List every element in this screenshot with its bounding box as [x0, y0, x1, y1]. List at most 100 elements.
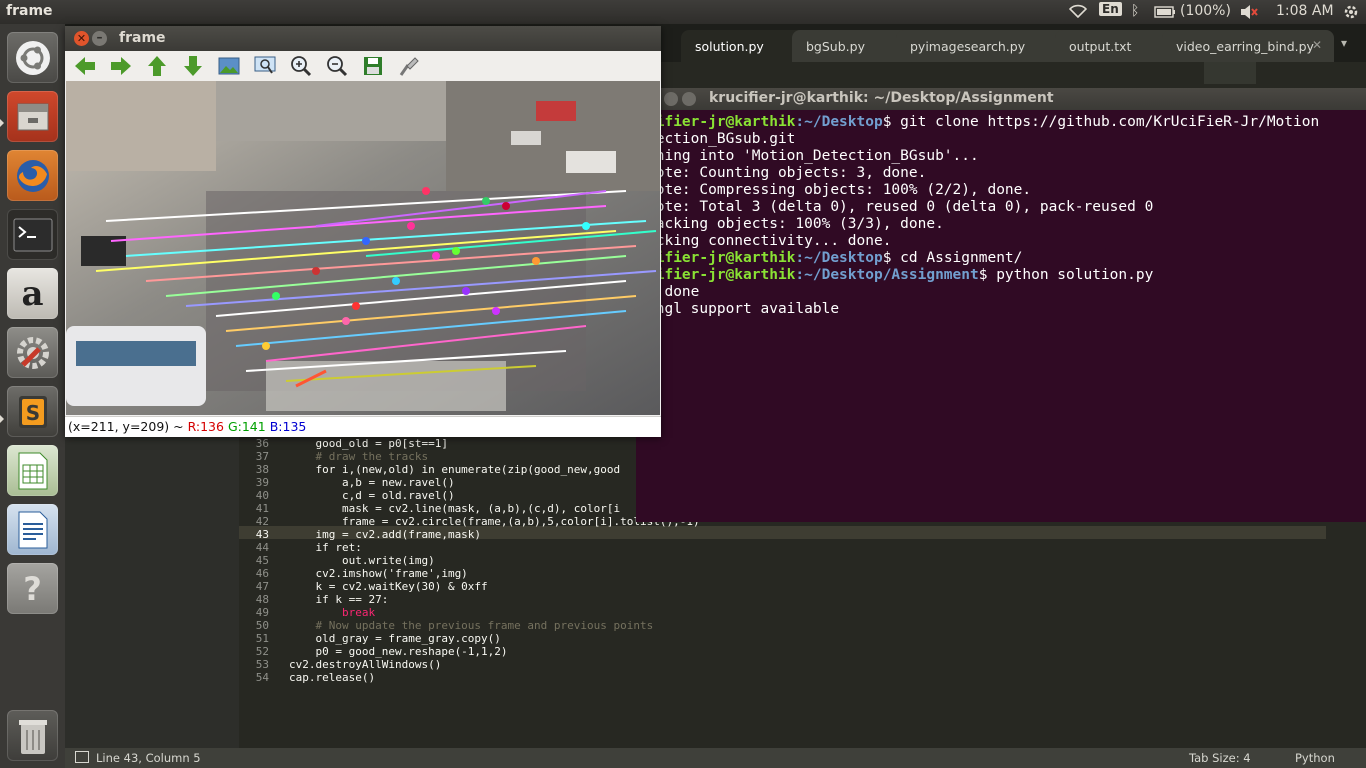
code-line: good_old = p0[st==1]	[289, 437, 448, 450]
close-icon[interactable]: ✕	[1312, 38, 1322, 52]
code-line: for i,(new,old) in enumerate(zip(good_ne…	[289, 463, 621, 476]
close-button[interactable]: ✕	[74, 31, 89, 46]
minimap[interactable]	[1204, 62, 1256, 84]
libreoffice-calc-icon[interactable]	[7, 445, 58, 496]
sublime-text-icon[interactable]: S	[7, 386, 58, 437]
properties-icon[interactable]	[397, 55, 421, 77]
frame-titlebar[interactable]: ✕ – frame	[65, 26, 661, 51]
code-line: if ret:	[289, 541, 362, 554]
clock[interactable]: 1:08 AM	[1276, 3, 1334, 19]
keyboard-layout-indicator[interactable]: En	[1099, 2, 1122, 16]
trash-icon[interactable]	[7, 710, 58, 761]
zoom-out-icon[interactable]	[325, 55, 349, 77]
libreoffice-writer-icon[interactable]	[7, 504, 58, 555]
editor-sidebar	[65, 436, 239, 748]
prompt-path: :~/Desktop	[795, 114, 883, 130]
active-window-title: frame	[6, 3, 53, 19]
minimize-button[interactable]	[664, 92, 678, 106]
code-line: k = cv2.waitKey(30) & 0xff	[289, 580, 488, 593]
volume-muted-icon[interactable]	[1239, 4, 1259, 24]
terminal-icon[interactable]	[7, 209, 58, 260]
pixel-info: (x=211, y=209) ~ R:136 G:141 B:135	[68, 419, 306, 434]
line-number: 53	[255, 658, 269, 671]
terminal-line: cifier-jr@karthik:~/Desktop/Assignment$ …	[647, 267, 1153, 283]
svg-text:S: S	[25, 401, 39, 425]
bluetooth-icon[interactable]: ᛒ	[1131, 3, 1139, 19]
frame-status-bar: (x=211, y=209) ~ R:136 G:141 B:135	[65, 416, 661, 437]
terminal-titlebar[interactable]: krucifier-jr@karthik: ~/Desktop/Assignme…	[636, 88, 1366, 110]
line-number: 45	[255, 554, 269, 567]
tab-label: video_earring_bind.py	[1176, 38, 1314, 54]
code-line: out.write(img)	[289, 554, 435, 567]
unity-launcher: a S ?	[0, 24, 66, 768]
tab-label: pyimagesearch.py	[910, 38, 1026, 54]
command: $ python solution.py	[978, 267, 1154, 283]
terminal-line: mote: Total 3 (delta 0), reused 0 (delta…	[647, 199, 1154, 215]
terminal-line: ecking connectivity... done.	[647, 233, 892, 249]
code-line: cap.release()	[289, 671, 376, 684]
line-number: 43	[255, 528, 269, 541]
terminal-line: cifier-jr@karthik:~/Desktop$ git clone h…	[647, 114, 1319, 130]
command: $ cd Assignment/	[882, 250, 1023, 266]
battery-percentage: (100%)	[1180, 3, 1231, 19]
image-icon[interactable]	[217, 55, 241, 77]
terminal-line: packing objects: 100% (3/3), done.	[647, 216, 944, 232]
minimize-button[interactable]: –	[92, 31, 107, 46]
arrow-up-icon[interactable]	[145, 55, 169, 77]
prompt-user: cifier-jr@karthik	[647, 267, 796, 283]
line-number: 39	[255, 476, 269, 489]
code-line: old_gray = frame_gray.copy()	[289, 632, 501, 645]
frame-title: frame	[119, 30, 166, 46]
cursor-position: Line 43, Column 5	[96, 751, 201, 765]
syntax-selector[interactable]: Python	[1295, 751, 1335, 765]
prompt-user: cifier-jr@karthik	[647, 250, 796, 266]
line-number: 48	[255, 593, 269, 606]
zoom-fit-icon[interactable]	[253, 55, 277, 77]
system-settings-icon[interactable]	[7, 327, 58, 378]
firefox-icon[interactable]	[7, 150, 58, 201]
line-number: 49	[255, 606, 269, 619]
battery-icon[interactable]	[1154, 6, 1176, 22]
editor-status-bar: Line 43, Column 5 Tab Size: 4 Python	[65, 748, 1366, 768]
line-number: 36	[255, 437, 269, 450]
power-gear-icon[interactable]	[1343, 4, 1359, 24]
arrow-down-icon[interactable]	[181, 55, 205, 77]
terminal-line: tection_BGsub.git	[647, 131, 796, 147]
cursor-coordinates: (x=211, y=209) ~	[68, 419, 188, 434]
code-line: cv2.destroyAllWindows()	[289, 658, 442, 671]
tab-overflow-icon[interactable]: ▾	[1341, 36, 1347, 50]
running-indicator	[0, 415, 4, 423]
tab-size-selector[interactable]: Tab Size: 4	[1189, 751, 1251, 765]
line-number: 47	[255, 580, 269, 593]
video-frame-with-optical-flow-tracks[interactable]	[66, 81, 660, 415]
ubuntu-home-icon[interactable]	[7, 32, 58, 83]
panel-toggle-icon[interactable]	[75, 751, 89, 763]
line-number: 51	[255, 632, 269, 645]
maximize-button[interactable]	[682, 92, 696, 106]
amazon-icon[interactable]: a	[7, 268, 58, 319]
arrow-right-icon[interactable]	[109, 55, 133, 77]
code-line: if k == 27:	[289, 593, 389, 606]
terminal-line: cifier-jr@karthik:~/Desktop$ cd Assignme…	[647, 250, 1022, 266]
code-line: mask = cv2.line(mask, (a,b),(c,d), color…	[289, 502, 621, 515]
video-frame-image	[66, 81, 660, 415]
line-number: 52	[255, 645, 269, 658]
zoom-in-icon[interactable]	[289, 55, 313, 77]
tab-video-earring-bind-py[interactable]: video_earring_bind.py ✕	[1162, 30, 1334, 62]
code-line: a,b = new.ravel()	[289, 476, 455, 489]
code-line: p0 = good_new.reshape(-1,1,2)	[289, 645, 508, 658]
line-number: 40	[255, 489, 269, 502]
terminal-line: oning into 'Motion_Detection_BGsub'...	[647, 148, 979, 164]
line-number: 44	[255, 541, 269, 554]
tab-label: solution.py	[695, 38, 764, 54]
arrow-left-icon[interactable]	[73, 55, 97, 77]
tab-label: bgSub.py	[806, 38, 865, 54]
running-indicator	[0, 119, 4, 127]
wifi-icon[interactable]	[1068, 3, 1088, 23]
code-line: cv2.imshow('frame',img)	[289, 567, 468, 580]
line-number: 41	[255, 502, 269, 515]
terminal-line: mote: Compressing objects: 100% (2/2), d…	[647, 182, 1032, 198]
help-icon[interactable]: ?	[7, 563, 58, 614]
files-icon[interactable]	[7, 91, 58, 142]
save-icon[interactable]	[361, 55, 385, 77]
